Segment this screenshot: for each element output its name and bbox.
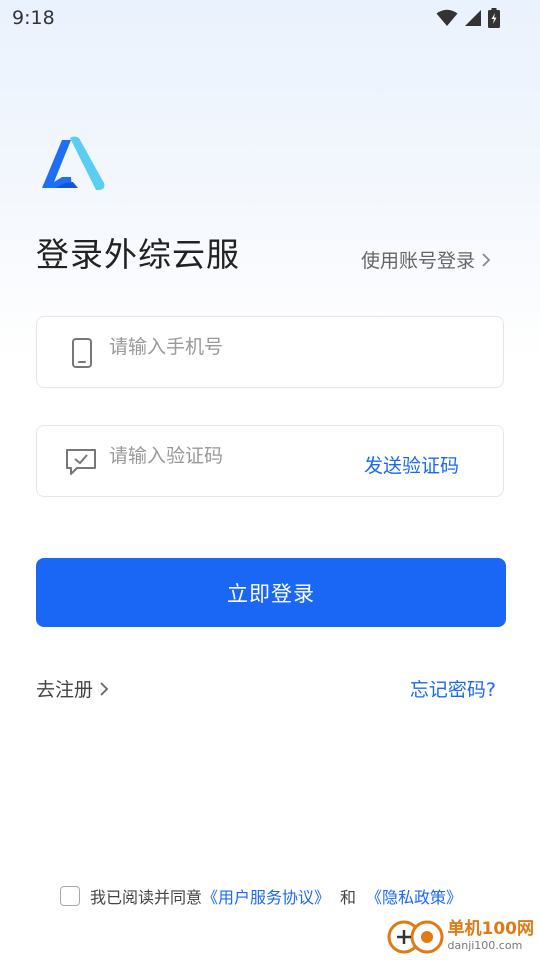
register-link[interactable]: 去注册 xyxy=(36,675,109,702)
page-title: 登录外综云服 xyxy=(36,235,240,274)
wifi-icon xyxy=(436,9,458,26)
account-login-link[interactable]: 使用账号登录 xyxy=(361,246,491,273)
privacy-policy-link[interactable]: 《隐私政策》 xyxy=(366,884,462,908)
signal-icon xyxy=(465,10,481,26)
status-time: 9:18 xyxy=(12,7,55,29)
app-logo xyxy=(42,136,105,190)
login-button[interactable]: 立即登录 xyxy=(36,558,506,627)
agreement-prefix: 我已阅读并同意 xyxy=(90,888,203,907)
chevron-right-icon xyxy=(482,252,491,267)
status-icons xyxy=(436,8,500,28)
phone-field[interactable] xyxy=(36,316,504,388)
battery-charging-icon xyxy=(488,8,500,28)
user-agreement-link[interactable]: 《用户服务协议》 xyxy=(202,884,330,908)
code-field[interactable]: 发送验证码 xyxy=(36,425,504,497)
watermark: 单机100网 danji100.com xyxy=(386,916,535,956)
chevron-right-icon xyxy=(100,681,109,696)
watermark-domain: danji100.com xyxy=(447,939,523,952)
code-input[interactable] xyxy=(107,444,351,468)
message-check-icon xyxy=(66,449,96,475)
agreement-and: 和 xyxy=(340,888,357,907)
register-label: 去注册 xyxy=(36,679,94,701)
account-login-label: 使用账号登录 xyxy=(361,250,476,272)
agreement-checkbox[interactable] xyxy=(60,886,80,906)
phone-input[interactable] xyxy=(107,335,351,359)
agreement-row: 我已阅读并同意 《用户服务协议》 和 《隐私政策》 xyxy=(60,884,462,908)
status-bar: 9:18 xyxy=(0,0,540,36)
watermark-brand: 单机100网 xyxy=(447,919,535,939)
watermark-logo xyxy=(387,920,443,954)
phone-icon xyxy=(72,338,92,368)
forgot-password-link[interactable]: 忘记密码? xyxy=(410,675,496,702)
send-code-button[interactable]: 发送验证码 xyxy=(364,451,459,478)
